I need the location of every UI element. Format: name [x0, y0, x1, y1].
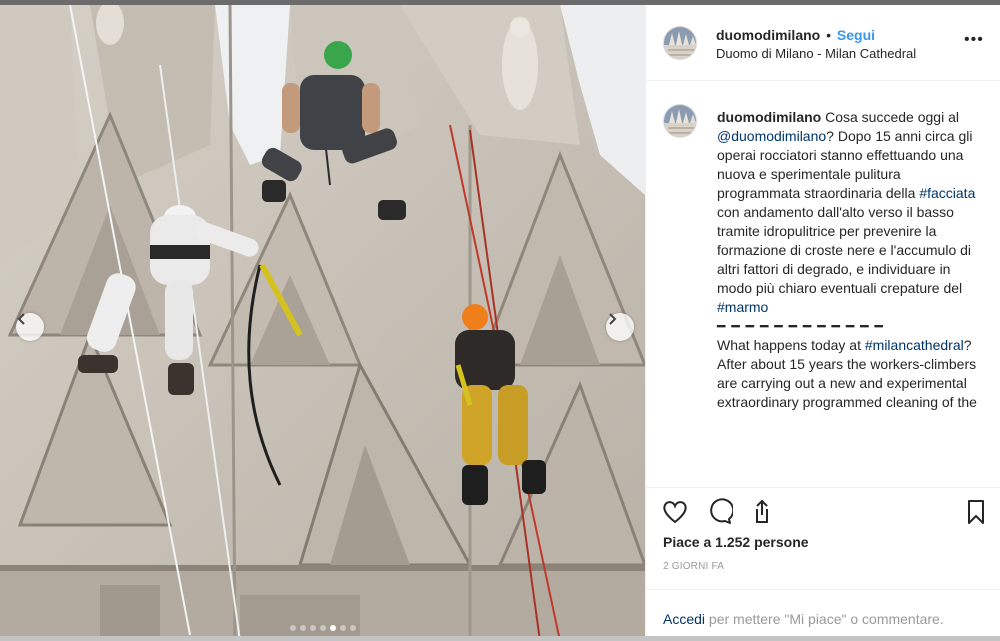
mention-link[interactable]: @duomodimilano: [717, 128, 826, 144]
carousel-dot: [299, 625, 306, 631]
bookmark-icon: [968, 500, 984, 524]
carousel-dot: [309, 625, 316, 631]
carousel-dot: [339, 625, 346, 631]
more-options-icon[interactable]: •••: [964, 32, 984, 48]
login-prompt: Accedi per mettere "Mi piace" o commenta…: [646, 589, 1000, 641]
carousel-dot-active: [329, 625, 336, 631]
login-link[interactable]: Accedi: [663, 611, 705, 627]
carousel-dot: [349, 625, 356, 631]
window-bottom-border: [0, 636, 1000, 641]
login-prompt-label: per mettere "Mi piace" o commentare.: [705, 611, 944, 627]
caption-text-part: con andamento dall'alto verso il basso t…: [717, 204, 972, 296]
save-button[interactable]: [962, 498, 990, 526]
hashtag-link[interactable]: #marmo: [717, 299, 768, 315]
comment-button[interactable]: [705, 498, 735, 526]
post-timestamp[interactable]: 2 GIORNI FA: [663, 561, 724, 572]
share-icon: [756, 499, 768, 523]
location-link[interactable]: Duomo di Milano - Milan Cathedral: [716, 46, 916, 61]
carousel-prev-button[interactable]: [16, 313, 44, 341]
hashtag-link[interactable]: #facciata: [919, 185, 975, 201]
avatar[interactable]: [663, 26, 697, 60]
caption-text-part: Cosa succede oggi al: [821, 109, 959, 125]
separator-dot: •: [826, 27, 832, 43]
username-link[interactable]: duomodimilano: [716, 27, 820, 43]
caption-divider: ━ ━ ━ ━ ━ ━ ━ ━ ━ ━ ━ ━: [717, 318, 884, 334]
carousel-indicator: [0, 625, 645, 631]
post-header: duomodimilano • Segui Duomo di Milano - …: [646, 5, 1000, 81]
heart-icon: [663, 501, 687, 524]
header-user-line: duomodimilano • Segui: [716, 27, 875, 43]
avatar[interactable]: [663, 104, 697, 138]
duomo-avatar-image: [664, 105, 696, 137]
duomo-avatar-image: [664, 27, 696, 59]
share-button[interactable]: [748, 498, 776, 526]
like-button[interactable]: [661, 498, 689, 526]
caption-text: duomodimilano Cosa succede oggi al @duom…: [717, 108, 981, 412]
post-photo[interactable]: [0, 5, 645, 641]
caption-text-part: What happens today at: [717, 337, 865, 353]
carousel-next-button[interactable]: [606, 313, 634, 341]
hashtag-link[interactable]: #milancathedral: [865, 337, 964, 353]
post-side-panel: duomodimilano • Segui Duomo di Milano - …: [645, 5, 1000, 641]
likes-count[interactable]: Piace a 1.252 persone: [663, 534, 809, 550]
follow-button[interactable]: Segui: [837, 27, 875, 43]
chevron-right-icon: [609, 313, 617, 325]
cathedral-climbers-image: [0, 5, 645, 641]
caption-section: duomodimilano Cosa succede oggi al @duom…: [646, 82, 1000, 486]
login-prompt-text: Accedi per mettere "Mi piace" o commenta…: [663, 611, 944, 627]
carousel-dot: [319, 625, 326, 631]
comment-icon: [710, 498, 735, 524]
caption-username-link[interactable]: duomodimilano: [717, 109, 821, 125]
carousel-dot: [289, 625, 296, 631]
chevron-left-icon: [17, 313, 25, 325]
